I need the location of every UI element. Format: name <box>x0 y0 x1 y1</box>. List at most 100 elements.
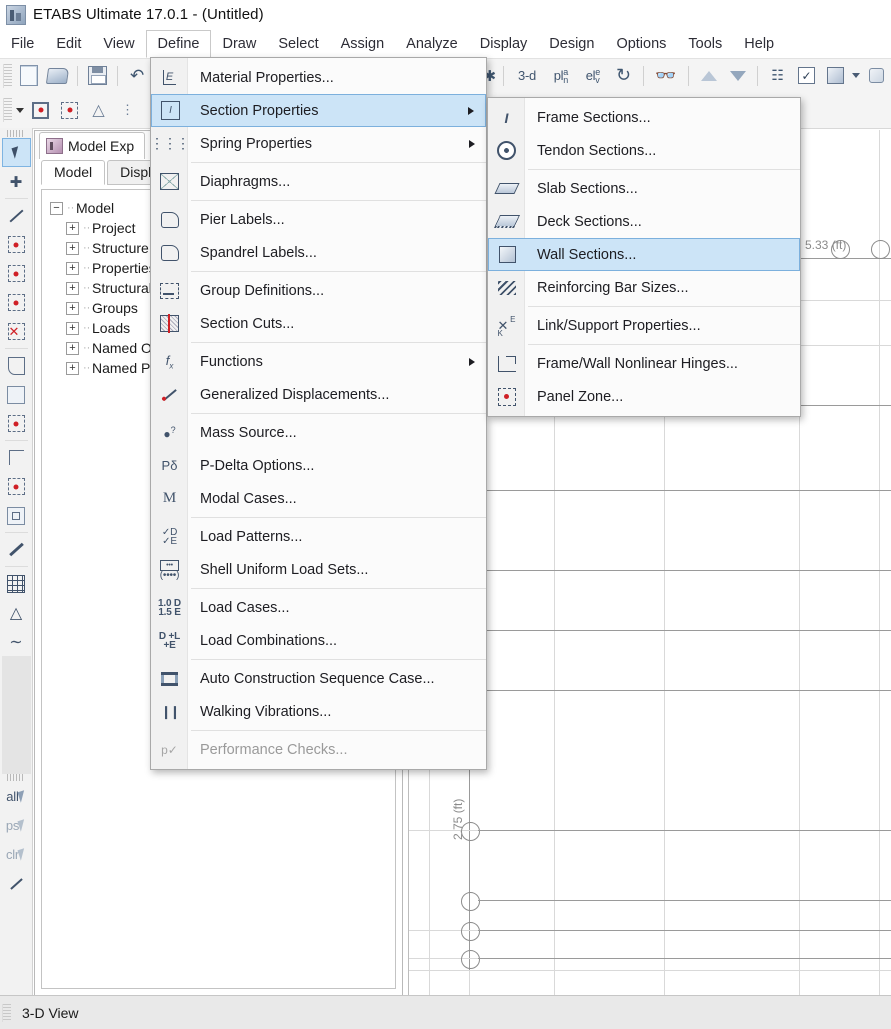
quick-draw-floor-button[interactable] <box>2 409 31 438</box>
new-model-button[interactable] <box>15 62 42 89</box>
collapse-icon[interactable]: − <box>50 202 63 215</box>
toolbar-grip[interactable] <box>3 98 12 122</box>
story-up-button[interactable] <box>695 62 722 89</box>
extrude-view-button[interactable] <box>822 62 849 89</box>
select-object-button[interactable] <box>2 138 31 167</box>
object-assigns-button[interactable]: ✓ <box>793 62 820 89</box>
draw-floor-poly-button[interactable] <box>2 351 31 380</box>
menu-define[interactable]: Define <box>146 30 212 58</box>
expand-icon[interactable]: + <box>66 322 79 335</box>
clear-selection-button[interactable]: clr <box>2 840 31 869</box>
menu-item-spring-properties[interactable]: ⋮⋮⋮Spring Properties <box>151 127 486 160</box>
menu-item-wall-sections[interactable]: Wall Sections... <box>488 238 800 271</box>
menu-item-walking-vibrations[interactable]: ❙❙Walking Vibrations... <box>151 695 486 728</box>
grid-bubble[interactable] <box>871 240 890 259</box>
menu-item-section-cuts[interactable]: Section Cuts... <box>151 307 486 340</box>
menu-tools[interactable]: Tools <box>677 29 733 58</box>
expand-icon[interactable]: + <box>66 342 79 355</box>
left-toolbar-grip[interactable] <box>7 130 25 137</box>
draw-joint-button[interactable] <box>27 97 54 124</box>
draw-wall-stacked-button[interactable] <box>2 443 31 472</box>
expand-icon[interactable]: + <box>66 242 79 255</box>
quick-draw-column-button[interactable] <box>2 259 31 288</box>
menu-file[interactable]: File <box>0 29 45 58</box>
set-display-options-button[interactable]: ☷ <box>764 62 791 89</box>
quick-draw-frame-button[interactable] <box>2 230 31 259</box>
draw-grid-button[interactable] <box>2 569 31 598</box>
draw-restraint-button[interactable]: △ <box>85 97 112 124</box>
expand-icon[interactable]: + <box>66 362 79 375</box>
draw-rect-floor-button[interactable] <box>2 380 31 409</box>
rotate-view-button[interactable]: ↻ <box>610 62 637 89</box>
menu-item-p-delta-options[interactable]: PδP-Delta Options... <box>151 449 486 482</box>
expand-icon[interactable]: + <box>66 222 79 235</box>
grid-bubble[interactable] <box>461 950 480 969</box>
draw-frame-button[interactable] <box>2 201 31 230</box>
view-plan-button[interactable]: pl an <box>546 62 576 89</box>
grid-bubble[interactable] <box>461 922 480 941</box>
menu-item-auto-construction-sequence-case[interactable]: Auto Construction Sequence Case... <box>151 662 486 695</box>
menu-view[interactable]: View <box>92 29 145 58</box>
undo-button[interactable]: ↷ <box>124 62 151 89</box>
story-down-button[interactable] <box>724 62 751 89</box>
expand-icon[interactable]: + <box>66 262 79 275</box>
menu-design[interactable]: Design <box>538 29 605 58</box>
grid-bubble[interactable] <box>461 892 480 911</box>
select-by-line-button[interactable] <box>2 869 31 898</box>
menu-item-generalized-displacements[interactable]: Generalized Displacements... <box>151 378 486 411</box>
menu-item-deck-sections[interactable]: Deck Sections... <box>488 205 800 238</box>
draw-spline-button[interactable]: ∼ <box>2 627 31 656</box>
menu-item-pier-labels[interactable]: Pier Labels... <box>151 203 486 236</box>
menu-item-frame-sections[interactable]: IFrame Sections... <box>488 101 800 134</box>
menu-item-slab-sections[interactable]: Slab Sections... <box>488 172 800 205</box>
expand-icon[interactable]: + <box>66 282 79 295</box>
save-model-button[interactable] <box>84 62 111 89</box>
menu-options[interactable]: Options <box>605 29 677 58</box>
menu-item-section-properties[interactable]: ISection Properties <box>151 94 486 127</box>
menu-analyze[interactable]: Analyze <box>395 29 469 58</box>
toolbar-grip[interactable] <box>3 64 12 88</box>
toolbar-overflow-chevron-icon[interactable] <box>16 108 24 113</box>
model-explorer-tab[interactable]: Model Exp <box>39 132 145 159</box>
chevron-down-icon[interactable] <box>852 73 860 78</box>
menu-display[interactable]: Display <box>469 29 539 58</box>
menu-item-tendon-sections[interactable]: Tendon Sections... <box>488 134 800 167</box>
menu-item-load-combinations[interactable]: D +L+ELoad Combinations... <box>151 624 486 657</box>
menu-item-link-support-properties[interactable]: ✕EKLink/Support Properties... <box>488 309 800 342</box>
expand-icon[interactable]: + <box>66 302 79 315</box>
perspective-toggle-button[interactable]: 👓 <box>650 62 682 89</box>
quick-draw-secondary-beam-button[interactable] <box>2 288 31 317</box>
draw-point-button[interactable] <box>56 97 83 124</box>
menu-item-frame-wall-nonlinear-hinges[interactable]: Frame/Wall Nonlinear Hinges... <box>488 347 800 380</box>
menu-edit[interactable]: Edit <box>45 29 92 58</box>
menu-item-modal-cases[interactable]: MModal Cases... <box>151 482 486 515</box>
draw-wall-solid-button[interactable] <box>2 501 31 530</box>
select-all-button[interactable]: all <box>2 782 31 811</box>
tab-model[interactable]: Model <box>41 160 105 185</box>
left-toolbar-grip-2[interactable] <box>7 774 25 781</box>
menu-assign[interactable]: Assign <box>330 29 396 58</box>
menu-select[interactable]: Select <box>267 29 329 58</box>
menu-item-material-properties[interactable]: EMaterial Properties... <box>151 61 486 94</box>
shadow-toggle-button[interactable] <box>863 62 890 89</box>
menu-item-spandrel-labels[interactable]: Spandrel Labels... <box>151 236 486 269</box>
draw-link-button[interactable] <box>2 535 31 564</box>
previous-selection-button[interactable]: ps <box>2 811 31 840</box>
open-model-button[interactable] <box>44 62 71 89</box>
menu-item-group-definitions[interactable]: Group Definitions... <box>151 274 486 307</box>
menu-item-shell-uniform-load-sets[interactable]: •••(••••)Shell Uniform Load Sets... <box>151 553 486 586</box>
menu-item-load-patterns[interactable]: ✓D✓ELoad Patterns... <box>151 520 486 553</box>
menu-item-reinforcing-bar-sizes[interactable]: Reinforcing Bar Sizes... <box>488 271 800 304</box>
menu-draw[interactable]: Draw <box>211 29 267 58</box>
draw-spring-button[interactable]: ⋮ <box>114 97 141 124</box>
draw-wall-dashed-button[interactable] <box>2 472 31 501</box>
menu-item-load-cases[interactable]: 1.0 D1.5 ELoad Cases... <box>151 591 486 624</box>
menu-item-diaphragms[interactable]: Diaphragms... <box>151 165 486 198</box>
menu-item-panel-zone[interactable]: Panel Zone... <box>488 380 800 413</box>
menu-item-mass-source[interactable]: ●?Mass Source... <box>151 416 486 449</box>
menu-item-functions[interactable]: fxFunctions <box>151 345 486 378</box>
menu-help[interactable]: Help <box>733 29 785 58</box>
quick-draw-brace-button[interactable]: ✕ <box>2 317 31 346</box>
view-3d-button[interactable]: 3-d <box>510 62 544 89</box>
view-elevation-button[interactable]: el ev <box>578 62 608 89</box>
